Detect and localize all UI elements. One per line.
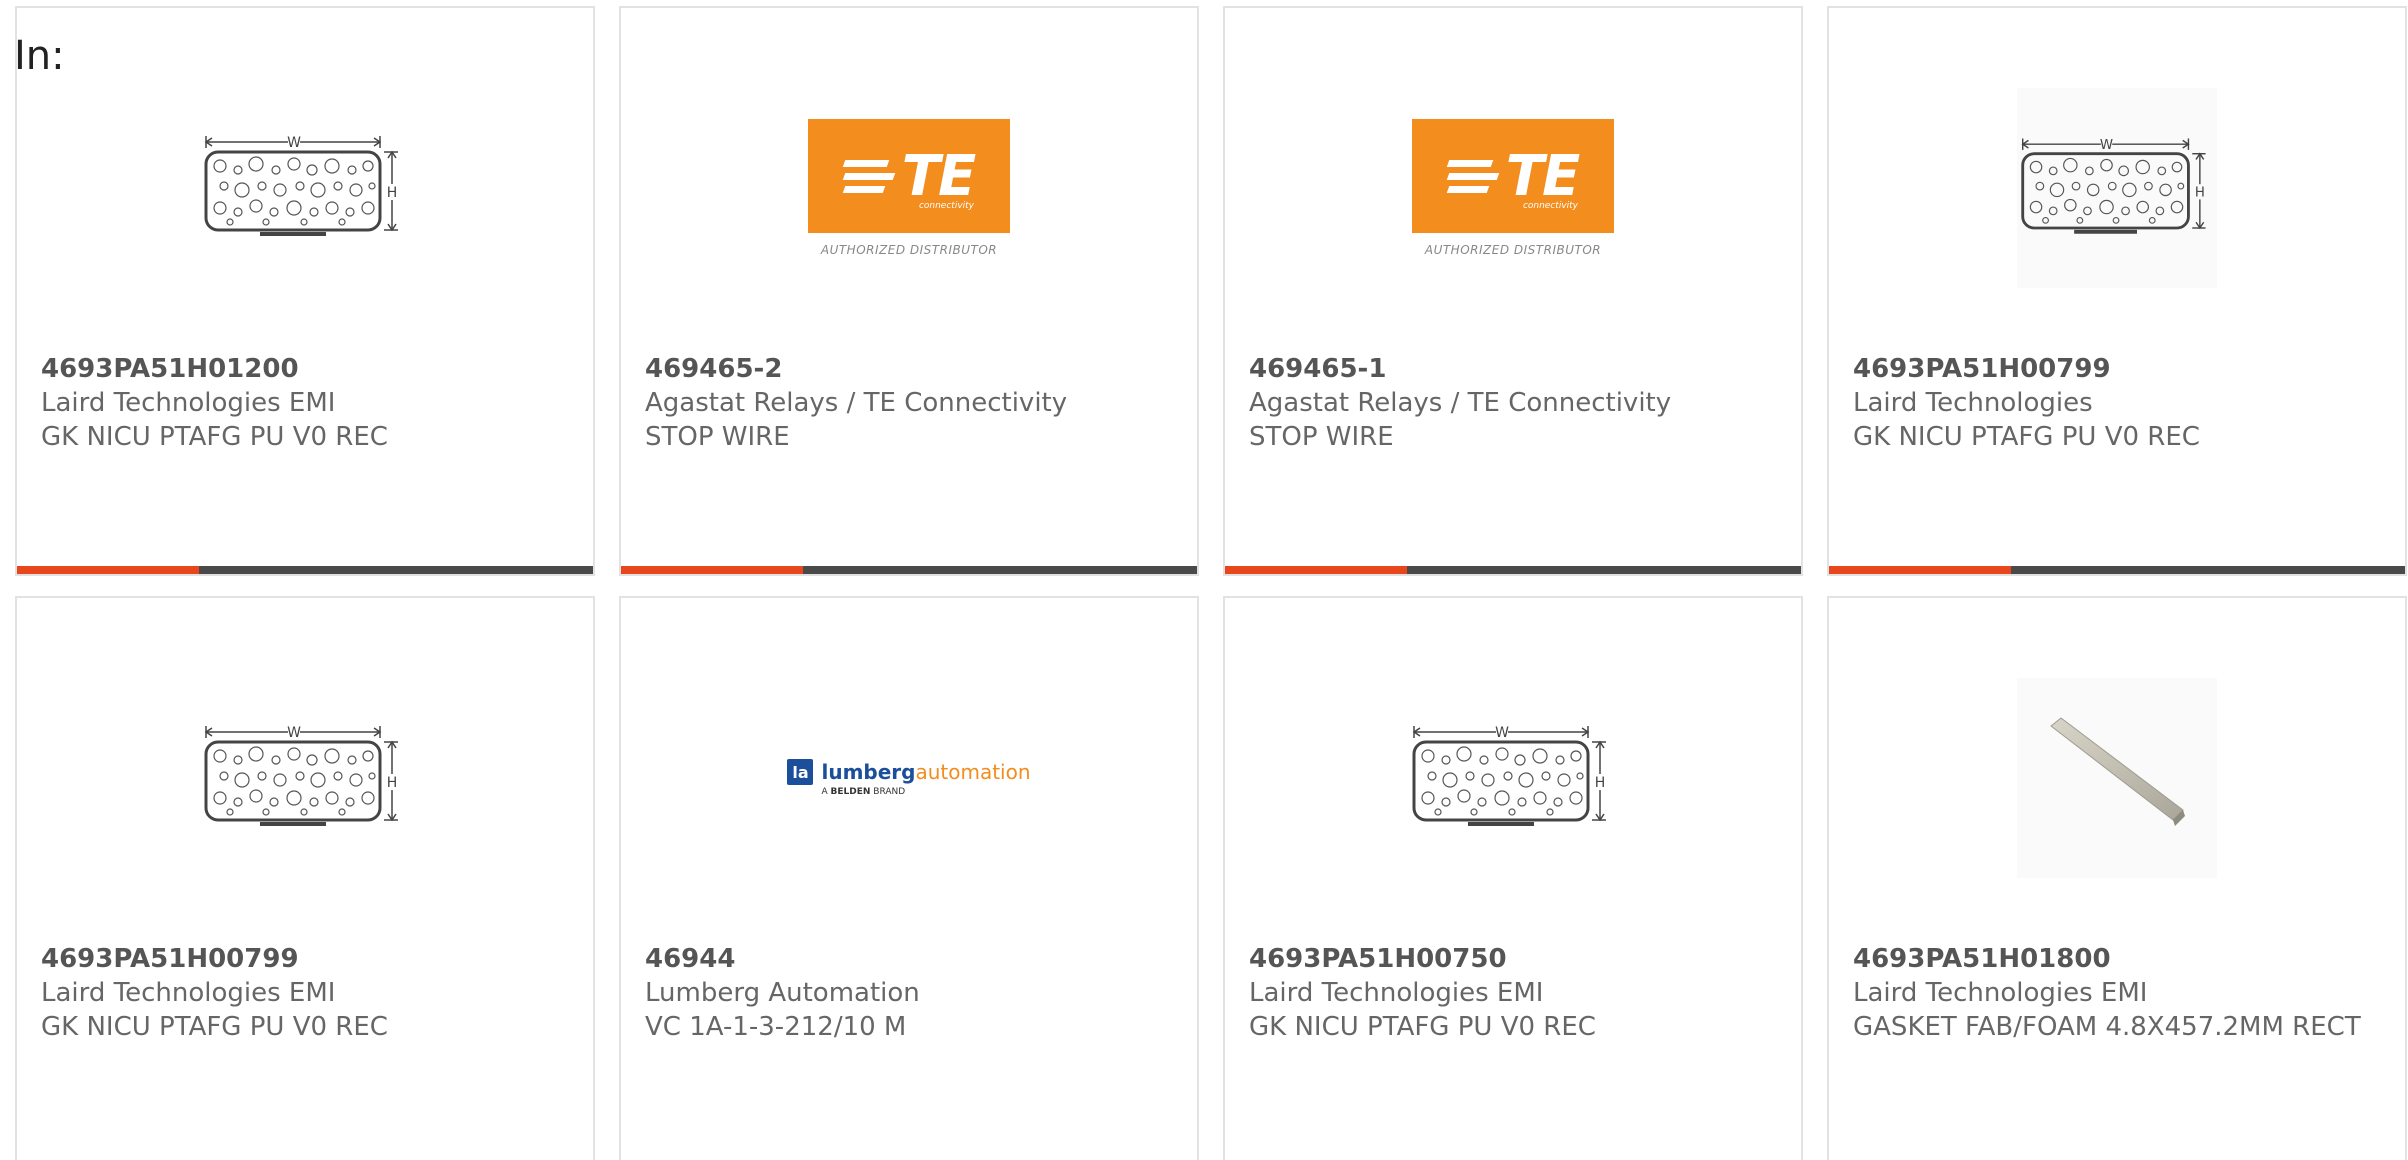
description: GK NICU PTAFG PU V0 REC — [1249, 1012, 1596, 1042]
te-authorized-text: AUTHORIZED DISTRIBUTOR — [1424, 243, 1602, 257]
product-info: 4693PA51H00799 Laird Technologies EMI GK… — [41, 942, 581, 1044]
te-connectivity-logo-icon: TE connectivity AUTHORIZED DISTRIBUTOR — [1412, 119, 1614, 257]
te-logo-sub: connectivity — [918, 201, 974, 211]
product-info: 46944 Lumberg Automation VC 1A-1-3-212/1… — [645, 942, 1185, 1044]
description: VC 1A-1-3-212/10 M — [645, 1012, 907, 1042]
product-image[interactable]: W H — [17, 78, 593, 298]
product-card[interactable]: la lumbergautomation A BELDEN BRAND 4694… — [619, 596, 1199, 1160]
te-logo-word: TE — [1505, 143, 1580, 209]
width-label: W — [287, 725, 301, 741]
product-info: 4693PA51H00750 Laird Technologies EMI GK… — [1249, 942, 1789, 1044]
manufacturer: Laird Technologies EMI — [1249, 978, 1544, 1008]
te-authorized-text: AUTHORIZED DISTRIBUTOR — [820, 243, 998, 257]
product-image[interactable] — [1829, 668, 2405, 888]
description: GK NICU PTAFG PU V0 REC — [41, 1012, 388, 1042]
card-bar — [1829, 566, 2405, 574]
product-image[interactable]: W H — [1225, 668, 1801, 888]
description: GK NICU PTAFG PU V0 REC — [41, 422, 388, 452]
lumberg-subline: A BELDEN BRAND — [821, 787, 905, 797]
product-card[interactable]: W H 4693PA51H00799 Laird Technologies EM… — [15, 596, 595, 1160]
gasket-dimension-drawing-icon: W H — [204, 725, 398, 826]
te-connectivity-logo-icon: TE connectivity AUTHORIZED DISTRIBUTOR — [808, 119, 1010, 257]
width-label: W — [1495, 725, 1509, 741]
product-image[interactable]: W H — [17, 668, 593, 888]
manufacturer: Laird Technologies EMI — [1853, 978, 2148, 1008]
height-label: H — [387, 185, 398, 201]
card-bar-accent — [17, 566, 199, 574]
product-card[interactable]: TE connectivity AUTHORIZED DISTRIBUTOR 4… — [619, 6, 1199, 576]
lumberg-sub-brand: BELDEN — [830, 787, 871, 797]
product-card[interactable]: W H 4693PA51H00799 Laird Technologies GK… — [1827, 6, 2407, 576]
manufacturer: Lumberg Automation — [645, 978, 920, 1008]
card-bar-accent — [1829, 566, 2011, 574]
product-grid: W H 4693PA51H01200 Laird Technologies EM… — [15, 6, 2407, 1160]
lumberg-wordmark: lumbergautomation — [821, 760, 1030, 784]
product-image[interactable]: W H — [1829, 78, 2405, 298]
gasket-strip-photo-icon — [2050, 717, 2185, 826]
part-number[interactable]: 469465-2 — [645, 352, 1185, 386]
card-bar — [621, 566, 1197, 574]
product-card[interactable]: TE connectivity AUTHORIZED DISTRIBUTOR 4… — [1223, 6, 1803, 576]
te-logo-box: TE connectivity — [808, 119, 1010, 233]
part-number[interactable]: 4693PA51H00799 — [41, 942, 581, 976]
width-label: W — [287, 135, 301, 151]
card-bar — [1225, 566, 1801, 574]
product-card[interactable]: W H 4693PA51H00750 Laird Technologies EM… — [1223, 596, 1803, 1160]
lumberg-automation-logo-icon: la lumbergautomation A BELDEN BRAND — [787, 759, 1031, 797]
manufacturer: Agastat Relays / TE Connectivity — [645, 388, 1068, 418]
description: STOP WIRE — [1249, 422, 1394, 452]
te-logo-lines — [1446, 159, 1500, 193]
part-number[interactable]: 46944 — [645, 942, 1185, 976]
lumberg-sub-suffix: BRAND — [873, 787, 906, 797]
lumberg-sub-prefix: A — [821, 787, 828, 797]
manufacturer: Laird Technologies — [1853, 388, 2093, 418]
manufacturer: Agastat Relays / TE Connectivity — [1249, 388, 1672, 418]
part-number[interactable]: 469465-1 — [1249, 352, 1789, 386]
width-label: W — [2100, 138, 2113, 153]
product-info: 4693PA51H00799 Laird Technologies GK NIC… — [1853, 352, 2393, 454]
product-info: 4693PA51H01200 Laird Technologies EMI GK… — [41, 352, 581, 454]
gasket-dimension-drawing-icon: W H — [1412, 725, 1606, 826]
product-image-frame: W H — [2017, 88, 2217, 288]
product-info: 4693PA51H01800 Laird Technologies EMI GA… — [1853, 942, 2393, 1044]
card-bar-accent — [1225, 566, 1407, 574]
product-grid-page: In: W H 4693PA51H01200 Laird Technologie… — [0, 0, 2408, 1160]
description: GASKET FAB/FOAM 4.8X457.2MM RECT — [1853, 1012, 2361, 1042]
height-label: H — [2195, 186, 2205, 201]
lumberg-logo-top: la lumbergautomation — [787, 759, 1031, 785]
product-image[interactable]: TE connectivity AUTHORIZED DISTRIBUTOR — [1225, 78, 1801, 298]
height-label: H — [1595, 775, 1606, 791]
lumberg-automation: automation — [915, 760, 1031, 784]
lumberg-name: lumberg — [821, 760, 916, 784]
card-bar — [17, 566, 593, 574]
description: STOP WIRE — [645, 422, 790, 452]
description: GK NICU PTAFG PU V0 REC — [1853, 422, 2200, 452]
te-logo-sub: connectivity — [1522, 201, 1578, 211]
part-number[interactable]: 4693PA51H00799 — [1853, 352, 2393, 386]
manufacturer: Laird Technologies EMI — [41, 978, 336, 1008]
te-logo-box: TE connectivity — [1412, 119, 1614, 233]
product-info: 469465-1 Agastat Relays / TE Connectivit… — [1249, 352, 1789, 454]
gasket-dimension-drawing-icon: W H — [2021, 138, 2206, 234]
in-label: In: — [14, 33, 65, 79]
te-logo-lines — [842, 159, 896, 193]
manufacturer: Laird Technologies EMI — [41, 388, 336, 418]
product-image[interactable]: la lumbergautomation A BELDEN BRAND — [621, 668, 1197, 888]
gasket-dimension-drawing-icon: W H — [204, 135, 398, 236]
product-image[interactable]: TE connectivity AUTHORIZED DISTRIBUTOR — [621, 78, 1197, 298]
part-number[interactable]: 4693PA51H01200 — [41, 352, 581, 386]
product-image-frame — [2017, 678, 2217, 878]
height-label: H — [387, 775, 398, 791]
product-info: 469465-2 Agastat Relays / TE Connectivit… — [645, 352, 1185, 454]
product-card[interactable]: W H 4693PA51H01200 Laird Technologies EM… — [15, 6, 595, 576]
part-number[interactable]: 4693PA51H01800 — [1853, 942, 2393, 976]
te-logo-word: TE — [901, 143, 976, 209]
part-number[interactable]: 4693PA51H00750 — [1249, 942, 1789, 976]
lumberg-badge: la — [787, 759, 814, 785]
card-bar-accent — [621, 566, 803, 574]
product-card[interactable]: 4693PA51H01800 Laird Technologies EMI GA… — [1827, 596, 2407, 1160]
